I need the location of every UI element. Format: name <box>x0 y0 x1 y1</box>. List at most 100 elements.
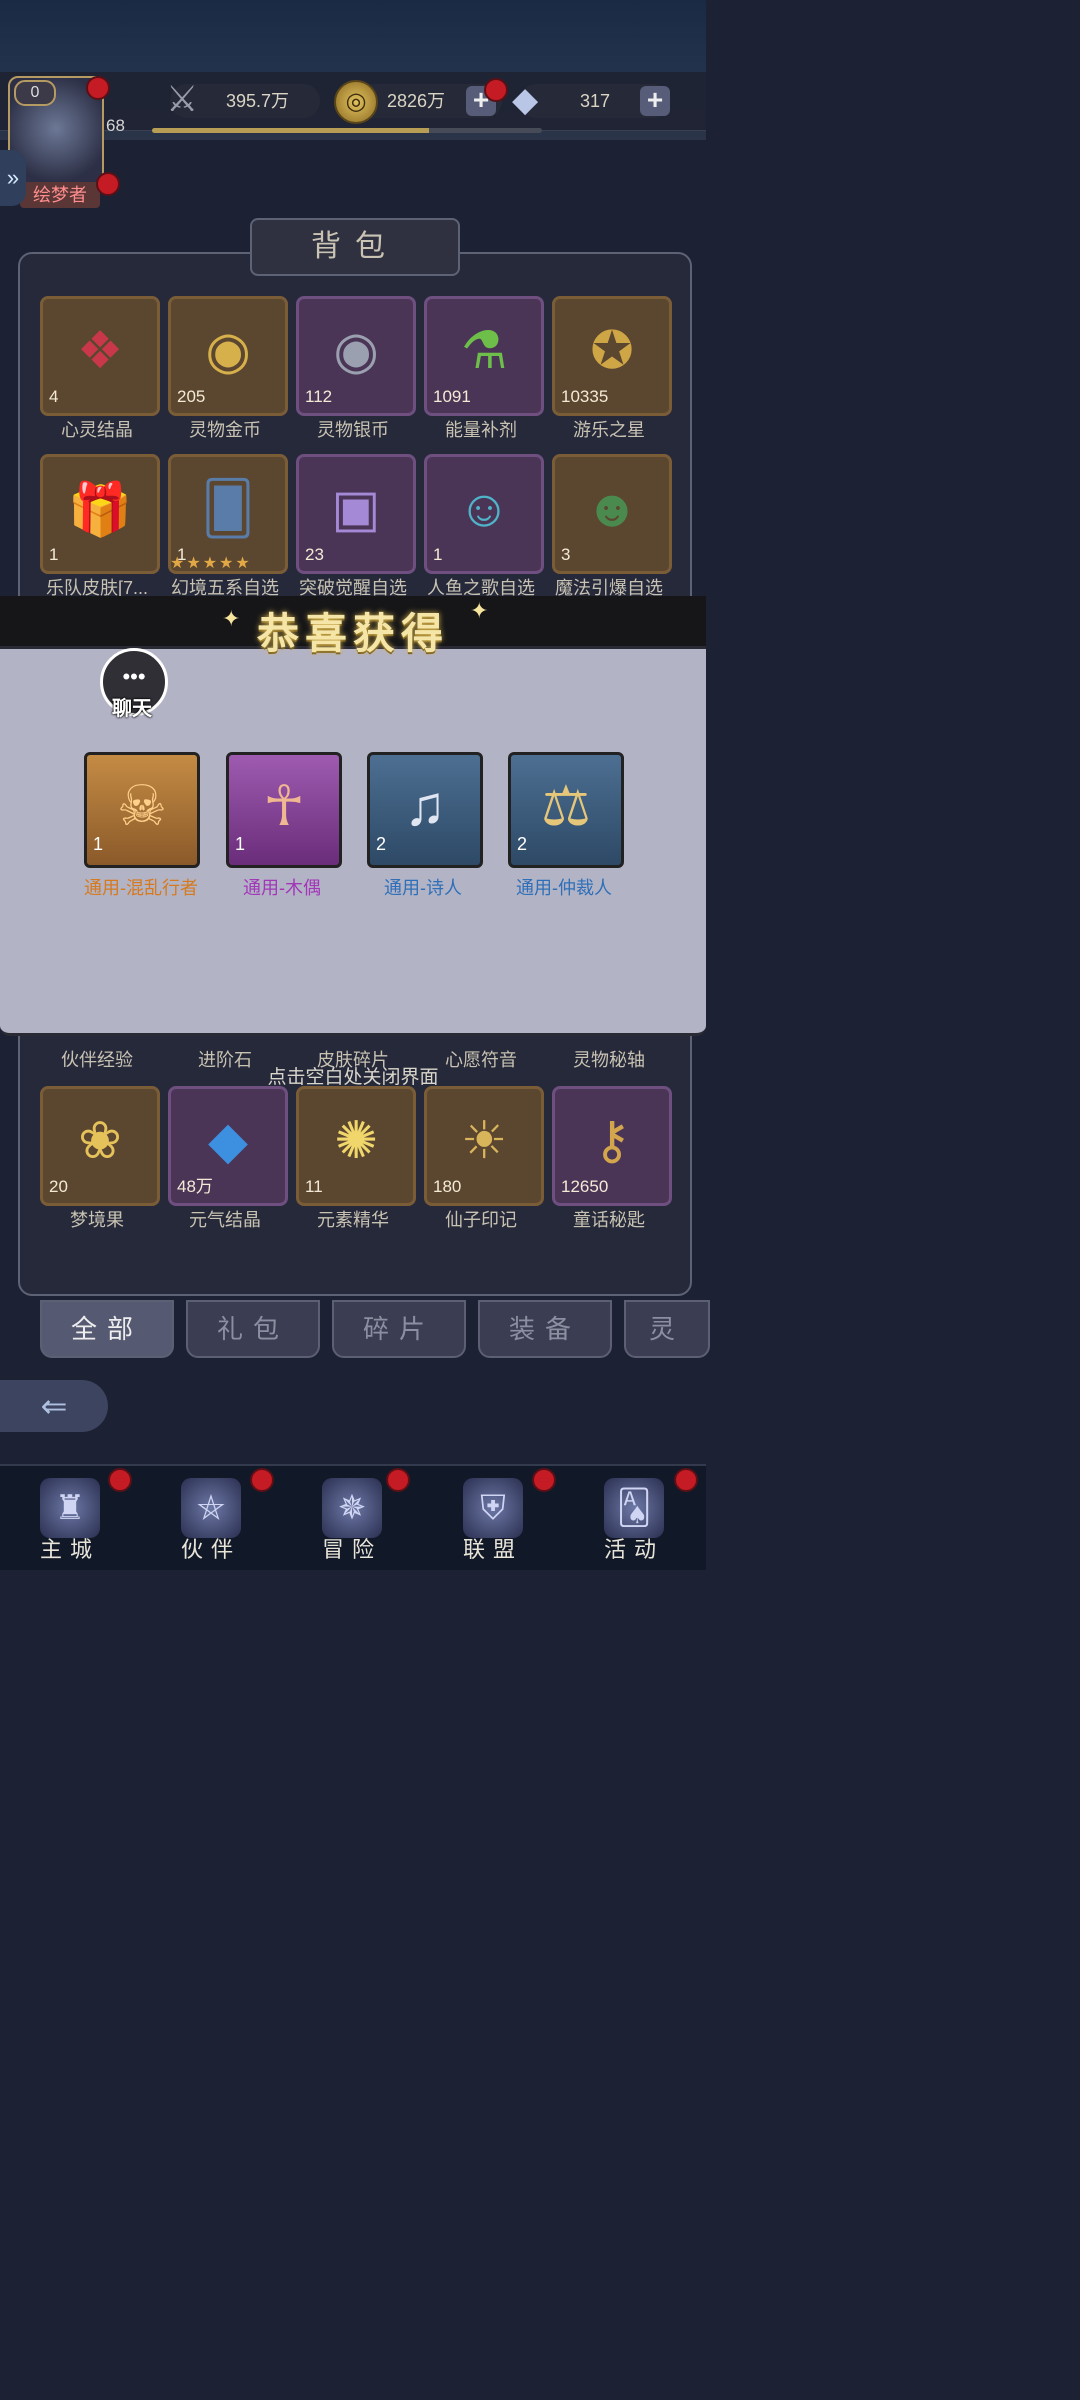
reward-label: 通用-混乱行者 <box>84 878 198 898</box>
item-slot[interactable]: ▣ 23 <box>296 454 416 574</box>
tab-spirit[interactable]: 灵 <box>624 1300 710 1358</box>
tab-fragments[interactable]: 碎片 <box>332 1300 466 1358</box>
item-label: 灵物银币 <box>317 420 389 440</box>
item-count: 1 <box>433 545 443 564</box>
notification-dot <box>108 1468 132 1492</box>
item-label: 童话秘匙 <box>573 1210 645 1230</box>
item-slot[interactable]: ❀ 20 <box>40 1086 160 1206</box>
item-slot[interactable]: ☀ 180 <box>424 1086 544 1206</box>
diamond-icon: ◆ <box>512 81 539 119</box>
demon-mask-icon: ☠ <box>116 774 168 837</box>
item-label: 元气结晶 <box>189 1210 261 1230</box>
reward-item[interactable]: ☥ 1 <box>226 752 342 868</box>
item-count: 180 <box>433 1177 462 1196</box>
item-count: 4 <box>49 387 59 406</box>
backpack-title: 背包 <box>250 218 460 276</box>
nav-label: 联盟 <box>462 1537 523 1562</box>
reward-item[interactable]: ♫ 2 <box>367 752 483 868</box>
reward-count: 1 <box>93 834 104 854</box>
nav-label: 冒险 <box>321 1537 382 1562</box>
gold-medal-icon: ◉ <box>205 322 251 380</box>
dream-fruit-icon: ❀ <box>78 1112 122 1170</box>
item-label: 游乐之星 <box>573 420 645 440</box>
reward-label: 通用-仲裁人 <box>516 878 612 898</box>
reward-count: 2 <box>517 834 528 854</box>
item-count: 1 <box>49 545 59 564</box>
item-slot[interactable]: ⚷ 12650 <box>552 1086 672 1206</box>
item-slot[interactable]: ☻ 3 <box>552 454 672 574</box>
item-count: 3 <box>561 545 571 564</box>
notification-dot <box>386 1468 410 1492</box>
name-notification-dot <box>96 172 120 196</box>
gift-box-icon: 🎁 <box>67 481 133 539</box>
potion-icon: ⚗ <box>460 322 508 380</box>
castle-icon: ♜ <box>40 1478 100 1538</box>
power-value: 395.7万 <box>226 91 290 111</box>
item-slot[interactable]: ◉ 112 <box>296 296 416 416</box>
item-slot[interactable]: ✺ 11 <box>296 1086 416 1206</box>
item-slot[interactable]: ◆ 48万 <box>168 1086 288 1206</box>
coin-value: 2826万 <box>387 91 446 111</box>
tab-equipment[interactable]: 装备 <box>478 1300 612 1358</box>
item-label: 元素精华 <box>317 1210 389 1230</box>
item-slot[interactable]: ✪ 10335 <box>552 296 672 416</box>
back-arrow-icon[interactable]: ⇐ <box>0 1380 108 1432</box>
compass-icon: ✵ <box>322 1478 382 1538</box>
tab-all[interactable]: 全部 <box>40 1300 174 1358</box>
gem-value: 317 <box>580 91 611 111</box>
item-count: 205 <box>177 387 206 406</box>
reward-label: 通用-诗人 <box>384 878 462 898</box>
nav-label: 活动 <box>603 1537 664 1562</box>
reward-item[interactable]: ☠ 1 <box>84 752 200 868</box>
item-slot[interactable]: ❖ 4 <box>40 296 160 416</box>
item-slot[interactable]: ☺ 1 <box>424 454 544 574</box>
coin-notification-dot <box>484 78 508 102</box>
key-icon: ⚷ <box>592 1112 632 1170</box>
player-level: 68 <box>106 116 125 135</box>
item-label: 梦境果 <box>70 1210 124 1230</box>
essence-icon: ✺ <box>334 1112 378 1170</box>
notification-dot <box>250 1468 274 1492</box>
witch-icon: ☻ <box>584 480 640 538</box>
item-label: 心灵结晶 <box>61 420 133 440</box>
witch-hat-icon: ⛤ <box>181 1478 241 1538</box>
item-label: 伙伴经验 <box>61 1050 133 1070</box>
item-count: 112 <box>305 387 333 406</box>
avatar-badge: 0 <box>14 80 56 106</box>
item-count: 10335 <box>561 387 609 406</box>
cards-icon: 🂡 <box>604 1478 664 1538</box>
chat-label[interactable]: 聊天 <box>100 692 164 721</box>
sword-icon: ⚔ <box>166 78 199 119</box>
player-name: 绘梦者 <box>20 182 100 208</box>
item-count: 1091 <box>433 387 471 406</box>
notification-dot <box>532 1468 556 1492</box>
crystal-icon: ❖ <box>76 322 124 380</box>
silver-medal-icon: ◉ <box>333 322 379 380</box>
item-slot[interactable]: 🎁 1 <box>40 454 160 574</box>
item-count: 48万 <box>177 1177 213 1196</box>
star-coin-icon: ✪ <box>590 322 634 380</box>
mermaid-icon: ☺ <box>457 480 511 538</box>
nav-label: 伙伴 <box>180 1537 241 1562</box>
item-count: 23 <box>305 545 324 564</box>
avatar-notification-dot <box>86 76 110 100</box>
item-count: 20 <box>49 1177 68 1196</box>
coin-icon: ◎ <box>334 80 378 124</box>
purple-gift-icon: ▣ <box>331 480 381 538</box>
item-slot[interactable]: ⚗ 1091 <box>424 296 544 416</box>
add-gems-button[interactable]: + <box>640 86 670 116</box>
item-stars: ★★★★★ <box>170 555 252 572</box>
tab-packs[interactable]: 礼包 <box>186 1300 320 1358</box>
nav-label: 主城 <box>39 1537 100 1562</box>
xp-fill <box>152 128 429 133</box>
shield-icon: ⛨ <box>463 1478 523 1538</box>
reward-item[interactable]: ⚖ 2 <box>508 752 624 868</box>
item-label: 灵物秘轴 <box>573 1050 645 1070</box>
lyre-icon: ♫ <box>404 774 446 837</box>
reward-title: 恭喜获得 <box>256 610 449 657</box>
item-count: 12650 <box>561 1177 609 1196</box>
item-slot[interactable]: ◉ 205 <box>168 296 288 416</box>
notification-dot <box>674 1468 698 1492</box>
side-expand-button[interactable]: » <box>0 150 26 206</box>
item-label: 仙子印记 <box>445 1210 517 1230</box>
